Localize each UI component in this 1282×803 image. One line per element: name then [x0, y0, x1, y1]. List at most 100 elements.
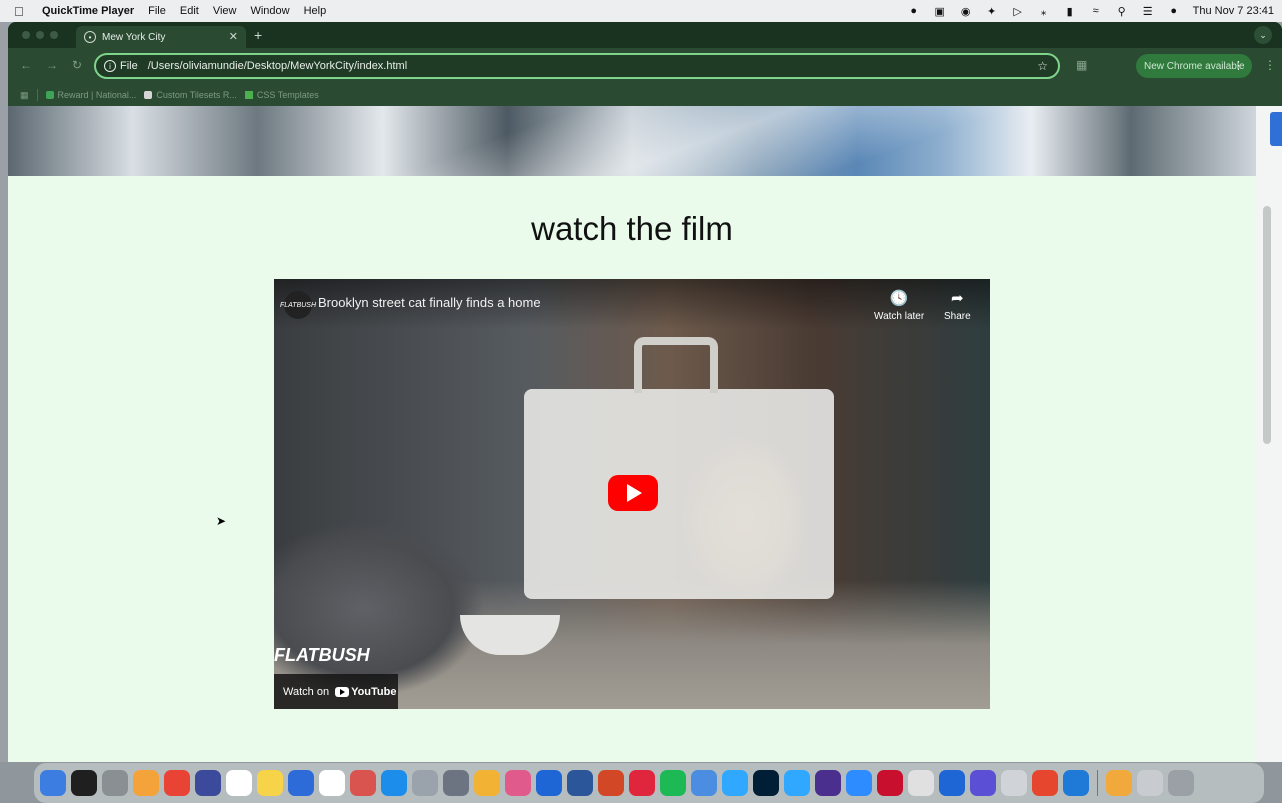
- dock-app-icon[interactable]: [1063, 770, 1089, 796]
- bookmark-item[interactable]: Reward | National...: [45, 90, 136, 100]
- watch-later-button[interactable]: 🕓 Watch later: [874, 289, 924, 322]
- menu-window[interactable]: Window: [250, 5, 289, 17]
- dock-app-icon[interactable]: [753, 770, 779, 796]
- dock-app-icon[interactable]: [815, 770, 841, 796]
- url-text[interactable]: /Users/oliviamundie/Desktop/MewYorkCity/…: [148, 60, 407, 72]
- dock-app-icon[interactable]: [474, 770, 500, 796]
- video-title[interactable]: Brooklyn street cat finally finds a home: [318, 295, 541, 310]
- site-info-icon[interactable]: i: [104, 60, 116, 72]
- side-panel-tab[interactable]: [1270, 112, 1282, 146]
- apps-grid-icon[interactable]: ▦: [20, 90, 29, 101]
- dock-app-icon[interactable]: [164, 770, 190, 796]
- play-icon: [627, 484, 642, 502]
- menu-help[interactable]: Help: [304, 5, 327, 17]
- tab-title: Mew York City: [102, 31, 166, 43]
- dock-app-icon[interactable]: [660, 770, 686, 796]
- menu-view[interactable]: View: [213, 5, 237, 17]
- page-scrollbar[interactable]: [1256, 106, 1282, 762]
- menu-bar:  QuickTime Player File Edit View Window…: [0, 0, 1282, 22]
- dock-app-icon[interactable]: [598, 770, 624, 796]
- web-page: watch the film FLATBUSH Brooklyn street …: [8, 106, 1256, 762]
- new-tab-button[interactable]: +: [254, 27, 262, 43]
- dock-app-icon[interactable]: [877, 770, 903, 796]
- more-icon: ⋮: [1233, 60, 1244, 72]
- clock-icon: 🕓: [889, 290, 909, 307]
- watch-on-youtube-button[interactable]: Watch on YouTube: [274, 674, 398, 709]
- dock-app-icon[interactable]: [350, 770, 376, 796]
- dock-app-icon[interactable]: [1137, 770, 1163, 796]
- menu-app-name[interactable]: QuickTime Player: [42, 5, 134, 17]
- clock[interactable]: Thu Nov 7 23:41: [1193, 5, 1274, 17]
- battery-icon[interactable]: ▮: [1063, 4, 1077, 18]
- forward-button[interactable]: →: [46, 58, 58, 72]
- zoom-window-button[interactable]: [50, 31, 58, 39]
- extensions-icon[interactable]: ▦: [1076, 58, 1087, 72]
- browser-menu-icon[interactable]: ⋮: [1264, 58, 1276, 72]
- dock-app-icon[interactable]: [257, 770, 283, 796]
- address-bar[interactable]: i File /Users/oliviamundie/Desktop/MewYo…: [94, 53, 1060, 79]
- page-heading: watch the film: [531, 210, 733, 247]
- close-tab-icon[interactable]: ✕: [229, 30, 238, 43]
- notion-status-icon[interactable]: ▣: [933, 4, 947, 18]
- bookmark-item[interactable]: CSS Templates: [244, 90, 319, 100]
- menu-edit[interactable]: Edit: [180, 5, 199, 17]
- app-status-icon[interactable]: ✦: [985, 4, 999, 18]
- dock-app-icon[interactable]: [939, 770, 965, 796]
- bookmark-star-icon[interactable]: ☆: [1037, 59, 1048, 73]
- dock-app-icon[interactable]: [536, 770, 562, 796]
- dock-app-icon[interactable]: [722, 770, 748, 796]
- scrollbar-thumb[interactable]: [1263, 206, 1271, 444]
- dock-app-icon[interactable]: [1168, 770, 1194, 796]
- control-center-icon[interactable]: ☰: [1141, 4, 1155, 18]
- dock-app-icon[interactable]: [629, 770, 655, 796]
- dock-app-icon[interactable]: [71, 770, 97, 796]
- back-button[interactable]: ←: [20, 58, 32, 72]
- dock-app-icon[interactable]: [412, 770, 438, 796]
- watch-later-label: Watch later: [874, 311, 925, 322]
- menu-file[interactable]: File: [148, 5, 166, 17]
- play-status-icon[interactable]: ▷: [1011, 4, 1025, 18]
- apple-icon[interactable]: : [14, 4, 28, 19]
- minimize-window-button[interactable]: [36, 31, 44, 39]
- share-label: Share: [944, 311, 971, 322]
- dock-app-icon[interactable]: [443, 770, 469, 796]
- dock-app-icon[interactable]: [40, 770, 66, 796]
- dock-app-icon[interactable]: [226, 770, 252, 796]
- dock-app-icon[interactable]: [381, 770, 407, 796]
- creative-cloud-icon[interactable]: ◉: [959, 4, 973, 18]
- dock-app-icon[interactable]: [846, 770, 872, 796]
- youtube-embed[interactable]: FLATBUSH Brooklyn street cat finally fin…: [274, 279, 990, 709]
- siri-icon[interactable]: ●: [1167, 4, 1181, 18]
- dock-app-icon[interactable]: [102, 770, 128, 796]
- dock-app-icon[interactable]: [319, 770, 345, 796]
- record-icon[interactable]: ●: [907, 4, 921, 18]
- search-icon[interactable]: ⚲: [1115, 4, 1129, 18]
- close-window-button[interactable]: [22, 31, 30, 39]
- youtube-wordmark: YouTube: [351, 685, 397, 698]
- dock-app-icon[interactable]: [908, 770, 934, 796]
- chrome-update-button[interactable]: New Chrome available ⋮: [1136, 54, 1252, 78]
- share-button[interactable]: ➦ Share: [944, 289, 971, 322]
- youtube-logo: YouTube: [335, 686, 396, 698]
- wifi-icon[interactable]: ≈: [1089, 4, 1103, 18]
- dock-app-icon[interactable]: [784, 770, 810, 796]
- channel-logo[interactable]: FLATBUSH: [280, 291, 316, 319]
- dock-app-icon[interactable]: [195, 770, 221, 796]
- tab-active[interactable]: • Mew York City ✕: [76, 26, 246, 48]
- dock-app-icon[interactable]: [1032, 770, 1058, 796]
- play-button[interactable]: [608, 475, 658, 511]
- dock-app-icon[interactable]: [288, 770, 314, 796]
- dock-app-icon[interactable]: [1106, 770, 1132, 796]
- dock-app-icon[interactable]: [567, 770, 593, 796]
- bluetooth-icon[interactable]: ⁎: [1037, 4, 1051, 18]
- bookmark-item[interactable]: Custom Tilesets R...: [144, 90, 237, 100]
- dock-app-icon[interactable]: [505, 770, 531, 796]
- bookmark-label: CSS Templates: [256, 90, 319, 100]
- dock-app-icon[interactable]: [970, 770, 996, 796]
- reload-button[interactable]: ↻: [72, 58, 82, 72]
- dock-app-icon[interactable]: [691, 770, 717, 796]
- tab-search-button[interactable]: ⌄: [1254, 26, 1272, 44]
- dock-app-icon[interactable]: [133, 770, 159, 796]
- globe-icon: •: [84, 31, 96, 43]
- dock-app-icon[interactable]: [1001, 770, 1027, 796]
